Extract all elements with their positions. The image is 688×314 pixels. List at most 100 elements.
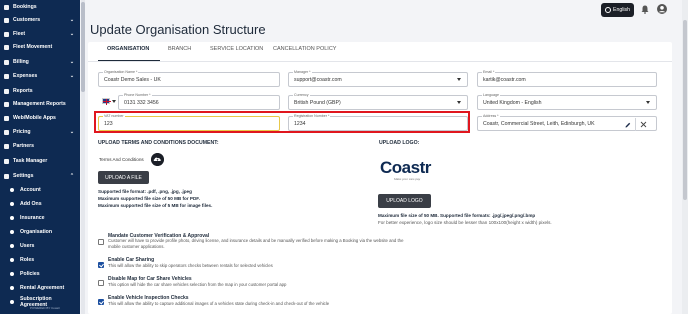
sidebar-item-customers[interactable]: Customers ⌄	[0, 13, 80, 27]
sidebar-subitem-rental-agreement[interactable]: Rental Agreement	[0, 281, 80, 295]
report-icon	[4, 88, 9, 94]
sidebar-item-expenses[interactable]: Expenses ⌄	[0, 69, 80, 83]
annotation-highlight-box	[94, 111, 470, 133]
sidebar-subitem-roles[interactable]: Roles	[0, 253, 80, 267]
manager-select[interactable]: Manager * support@coastr.com	[288, 70, 468, 87]
sidebar-scrollbar[interactable]	[81, 0, 85, 314]
sidebar-item-fleet[interactable]: Fleet ⌄	[0, 27, 80, 41]
chart-icon	[4, 101, 9, 107]
caret-down-icon	[457, 78, 461, 81]
globe-icon	[604, 7, 611, 13]
bullet-icon	[10, 202, 14, 206]
bullet-icon	[10, 244, 14, 248]
vehicle-inspection-desc: This will allow the ability to capture a…	[108, 301, 330, 306]
bullet-icon	[10, 230, 14, 234]
caret-down-icon[interactable]	[112, 100, 116, 103]
pricing-icon	[4, 129, 9, 135]
email-field[interactable]: Email * kartik@coastr.com	[477, 70, 657, 87]
calendar-icon	[4, 4, 9, 10]
partners-icon	[4, 143, 9, 149]
logo-info-dimensions: For better experience, logo size should …	[378, 220, 552, 225]
users-icon	[4, 17, 9, 23]
upload-file-button[interactable]: UPLOAD A FILE	[98, 171, 149, 184]
terms-info-format: Supported file format: .pdf, .png, .jpg,…	[98, 189, 192, 194]
sidebar-item-partners[interactable]: Partners	[0, 139, 80, 153]
company-logo: Coastr	[380, 158, 431, 177]
close-icon[interactable]	[640, 121, 647, 128]
logo-info-size: Maximum file size of 50 MB. Supported fi…	[378, 213, 536, 218]
logo-tagline: Make your cars pay	[394, 177, 421, 181]
route-icon	[4, 44, 9, 50]
disable-map-checkbox[interactable]	[98, 280, 104, 286]
page-scroll-thumb[interactable]	[683, 20, 687, 200]
bullet-icon	[10, 286, 14, 290]
cloud-upload-icon[interactable]	[151, 153, 164, 166]
task-icon	[4, 158, 9, 164]
caret-down-icon	[457, 101, 461, 104]
sidebar-scroll-thumb[interactable]	[81, 2, 85, 92]
mandate-verification-desc-2: mobile customer applications.	[108, 244, 165, 249]
sidebar-item-reports[interactable]: Reports	[0, 84, 80, 98]
sidebar-item-pricing[interactable]: Pricing ⌄	[0, 125, 80, 139]
sidebar-item-settings[interactable]: Settings ⌃	[0, 169, 80, 183]
phone-number-field[interactable]: Phone Number * 0131 332 3456	[118, 93, 280, 110]
tab-service-location[interactable]: SERVICE LOCATION	[210, 46, 263, 52]
uk-flag-icon[interactable]	[102, 98, 111, 105]
tab-branch[interactable]: BRANCH	[168, 46, 191, 52]
page-scrollbar[interactable]	[682, 0, 688, 314]
sidebar-subitem-policies[interactable]: Policies	[0, 267, 80, 281]
pencil-icon[interactable]	[625, 122, 631, 128]
bell-icon[interactable]	[641, 5, 649, 14]
tab-cancellation-policy[interactable]: CANCELLATION POLICY	[273, 46, 336, 52]
powered-by-label: POWERED BY Coastr	[30, 306, 60, 310]
page-title: Update Organisation Structure	[90, 22, 266, 37]
sidebar-item-web-mobile-apps[interactable]: Web/Mobile Apps	[0, 111, 80, 125]
sidebar-item-fleet-movement[interactable]: Fleet Movement	[0, 40, 80, 54]
caret-down-icon	[646, 101, 650, 104]
enable-car-sharing-checkbox[interactable]	[98, 262, 104, 268]
chevron-down-icon: ⌄	[69, 59, 75, 65]
gear-icon	[4, 173, 9, 179]
mobile-icon	[4, 115, 9, 121]
sidebar-subitem-users[interactable]: Users	[0, 239, 80, 253]
terms-info-pdf-size: Maximum supported file size of 50 MB for…	[98, 196, 200, 201]
sidebar-subitem-organisation[interactable]: Organisation	[0, 225, 80, 239]
upload-logo-button[interactable]: UPLOAD LOGO	[378, 194, 431, 208]
sidebar: Bookings Customers ⌄ Fleet ⌄ Fleet Movemen…	[0, 0, 80, 314]
user-avatar-icon[interactable]	[657, 4, 667, 14]
tabs-divider	[88, 61, 672, 62]
currency-select[interactable]: Currency British Pound (GBP)	[288, 93, 468, 110]
chevron-down-icon: ⌄	[69, 129, 75, 135]
bullet-icon	[10, 188, 14, 192]
divider	[635, 118, 636, 131]
terms-label: Terms And Conditions	[99, 157, 144, 162]
sidebar-subitem-add-ons[interactable]: Add Ons	[0, 197, 80, 211]
sidebar-subitem-insurance[interactable]: Insurance	[0, 211, 80, 225]
logo-section-title: UPLOAD LOGO:	[379, 140, 420, 146]
chevron-down-icon: ⌄	[69, 17, 75, 23]
vehicle-inspection-checkbox[interactable]	[98, 299, 104, 305]
sidebar-item-bookings[interactable]: Bookings	[0, 0, 80, 14]
billing-icon	[4, 59, 9, 65]
chevron-up-icon: ⌃	[69, 173, 75, 179]
tab-organisation[interactable]: ORGANISATION	[107, 46, 149, 52]
bullet-icon	[10, 258, 14, 262]
terms-info-image-size: Maximum supported file size of 5 MB for …	[98, 203, 213, 208]
sidebar-item-billing[interactable]: Billing ⌄	[0, 55, 80, 69]
sidebar-subitem-account[interactable]: Account	[0, 183, 80, 197]
mandate-verification-checkbox[interactable]	[98, 239, 104, 245]
disable-map-desc: This option will hide the car share vehi…	[108, 282, 287, 287]
sidebar-item-management-reports[interactable]: Management Reports	[0, 97, 80, 111]
chevron-down-icon: ⌄	[69, 31, 75, 37]
terms-section-title: UPLOAD TERMS AND CONDITIONS DOCUMENT:	[98, 140, 219, 146]
bullet-icon	[10, 300, 14, 304]
bullet-icon	[10, 272, 14, 276]
sidebar-item-task-manager[interactable]: Task Manager	[0, 154, 80, 168]
enable-car-sharing-desc: This will allow the ability to skip oper…	[108, 263, 273, 268]
language-button[interactable]: English	[601, 3, 634, 17]
car-icon	[4, 31, 9, 37]
language-select[interactable]: Language United Kingdom - English	[477, 93, 657, 110]
organisation-name-field[interactable]: Organisation Name * Coastr Demo Sales - …	[98, 70, 280, 87]
expenses-icon	[4, 73, 9, 79]
chevron-down-icon: ⌄	[69, 73, 75, 79]
